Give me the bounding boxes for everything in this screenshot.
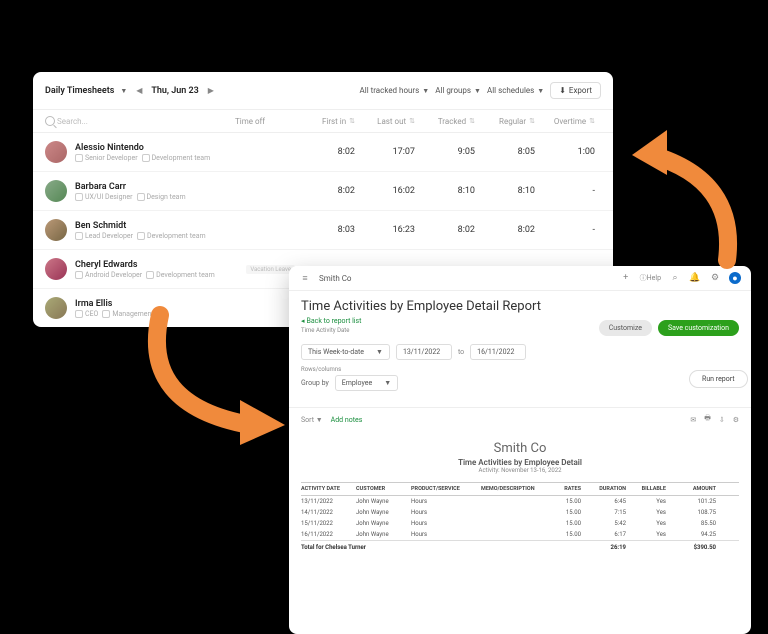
email-icon[interactable]: ✉ <box>690 416 696 424</box>
report-row[interactable]: 16/11/2022John WayneHours15.006:17Yes94.… <box>301 529 739 540</box>
search-icon <box>45 116 55 126</box>
vacation-badge: Vacation Leave <box>246 265 295 274</box>
help-button[interactable]: ⓘ Help <box>640 272 661 284</box>
to-label: to <box>458 348 464 356</box>
col-tracked[interactable]: Tracked⇅ <box>415 116 475 126</box>
add-notes-link[interactable]: Add notes <box>331 416 363 424</box>
bell-icon[interactable]: 🔔 <box>689 272 701 284</box>
from-date-input[interactable]: 13/11/2022 <box>396 344 452 360</box>
report-body: Smith Co Time Activities by Employee Det… <box>289 431 751 634</box>
date-display[interactable]: Thu, Jun 23 <box>151 86 199 96</box>
print-icon[interactable]: 🖶 <box>704 414 711 425</box>
export-icon[interactable]: ⇩ <box>719 416 725 424</box>
report-topbar: ≡ Smith Co + ⓘ Help ⌕ 🔔 ⚙ ● <box>289 266 751 291</box>
gear-icon[interactable]: ⚙ <box>709 272 721 284</box>
avatar <box>45 141 67 163</box>
user-avatar-icon[interactable]: ● <box>729 272 741 284</box>
report-company: Smith Co <box>301 441 739 456</box>
table-row[interactable]: Barbara CarrUX/UI DesignerDesign team 8:… <box>33 172 613 211</box>
table-row[interactable]: Alessio NintendoSenior Developer Developm… <box>33 133 613 172</box>
date-range-select[interactable]: This Week-to-date▼ <box>301 344 390 360</box>
report-total-row: Total for Chelsea Turner26:19$390.50 <box>301 540 739 554</box>
company-name: Smith Co <box>319 274 352 283</box>
filter-groups[interactable]: All groups▼ <box>435 86 481 95</box>
employee-name: Alessio Nintendo <box>75 143 210 153</box>
report-row[interactable]: 14/11/2022John WayneHours15.007:15Yes108… <box>301 507 739 518</box>
column-header-row: Search... Time off First in⇅ Last out⇅ T… <box>33 110 613 133</box>
rows-cols-label: Rows/columns <box>301 366 739 373</box>
col-regular[interactable]: Regular⇅ <box>475 116 535 126</box>
chevron-left-icon[interactable]: ◀ <box>133 85 145 97</box>
caret-down-icon: ▼ <box>120 87 127 95</box>
arrow-icon <box>140 305 300 455</box>
avatar <box>45 180 67 202</box>
to-date-input[interactable]: 16/11/2022 <box>470 344 526 360</box>
report-controls: Customize Save customization This Week-t… <box>289 340 751 408</box>
sort-link[interactable]: Sort ▼ <box>301 416 323 424</box>
search-icon[interactable]: ⌕ <box>669 272 681 284</box>
filter-hours[interactable]: All tracked hours▼ <box>360 86 430 95</box>
view-selector[interactable]: Daily Timesheets <box>45 86 114 96</box>
save-customization-button[interactable]: Save customization <box>658 320 739 336</box>
chevron-right-icon[interactable]: ▶ <box>205 85 217 97</box>
sort-icon: ⇅ <box>589 117 595 125</box>
group-by-label: Group by <box>301 379 329 387</box>
menu-icon[interactable]: ≡ <box>299 272 311 284</box>
group-by-select[interactable]: Employee▼ <box>335 375 398 391</box>
col-overtime[interactable]: Overtime⇅ <box>535 116 595 126</box>
customize-button[interactable]: Customize <box>599 320 652 336</box>
avatar <box>45 297 67 319</box>
plus-icon[interactable]: + <box>620 272 632 284</box>
search-input[interactable]: Search... <box>45 116 235 126</box>
team-badge: Development team <box>142 154 211 162</box>
report-subtitle: Time Activities by Employee Detail <box>301 458 739 467</box>
report-row[interactable]: 13/11/2022John WayneHours15.006:45Yes101… <box>301 496 739 507</box>
report-period: Activity: November 13-16, 2022 <box>301 467 739 474</box>
arrow-icon <box>612 120 742 270</box>
col-lastout[interactable]: Last out⇅ <box>355 116 415 126</box>
export-button[interactable]: ⬇Export <box>550 82 601 99</box>
col-firstin[interactable]: First in⇅ <box>295 116 355 126</box>
report-row[interactable]: 15/11/2022John WayneHours15.005:42Yes85.… <box>301 518 739 529</box>
avatar <box>45 258 67 280</box>
run-report-button[interactable]: Run report <box>689 370 748 388</box>
report-tools: Sort ▼ Add notes ✉ 🖶 ⇩ ⚙ <box>289 408 751 431</box>
report-columns: ACTIVITY DATECUSTOMERPRODUCT/SERVICEMEMO… <box>301 482 739 496</box>
timesheet-header: Daily Timesheets ▼ ◀ Thu, Jun 23 ▶ All t… <box>33 72 613 110</box>
download-icon: ⬇ <box>559 86 566 95</box>
table-row[interactable]: Ben SchmidtLead DeveloperDevelopment tea… <box>33 211 613 250</box>
col-timeoff[interactable]: Time off <box>235 116 295 126</box>
report-title: Time Activities by Employee Detail Repor… <box>301 299 739 314</box>
back-link[interactable]: ◂ Back to report list <box>301 317 361 325</box>
avatar <box>45 219 67 241</box>
role-badge: Senior Developer <box>75 154 138 162</box>
settings-icon[interactable]: ⚙ <box>733 416 739 424</box>
filter-schedules[interactable]: All schedules▼ <box>487 86 544 95</box>
report-panel: ≡ Smith Co + ⓘ Help ⌕ 🔔 ⚙ ● Time Activit… <box>289 266 751 634</box>
